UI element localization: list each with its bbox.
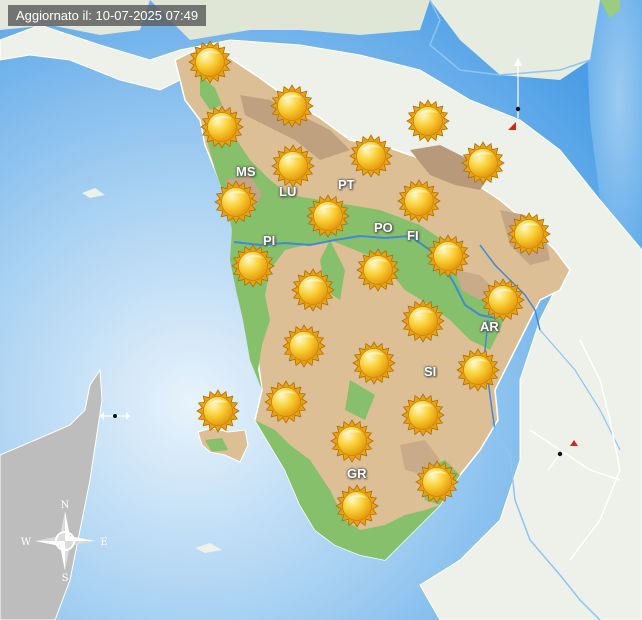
sunny-icon: [271, 144, 315, 188]
province-label-po: PO: [374, 220, 393, 235]
sunny-icon: [335, 484, 379, 528]
sunny-icon: [349, 134, 393, 178]
sunny-icon: [352, 341, 396, 385]
sunny-icon: [415, 460, 459, 504]
sunny-icon: [200, 105, 244, 149]
compass-n: N: [61, 500, 70, 511]
sunny-icon: [406, 99, 450, 143]
province-label-si: SI: [424, 364, 437, 379]
sunny-icon: [306, 194, 350, 238]
sunny-icon: [188, 40, 232, 84]
sunny-icon: [426, 234, 470, 278]
sunny-icon: [461, 141, 505, 185]
sunny-icon: [481, 278, 525, 322]
sunny-icon: [270, 84, 314, 128]
province-label-ms: MS: [236, 164, 256, 179]
sunny-icon: [282, 324, 326, 368]
sunny-icon: [401, 393, 445, 437]
province-label-gr: GR: [347, 466, 367, 481]
sunny-icon: [264, 380, 308, 424]
province-label-fi: FI: [407, 228, 419, 243]
weather-map: N S W E MS LU PT PO FI PI AR SI GR Aggio…: [0, 0, 642, 620]
sunny-icon: [330, 419, 374, 463]
sunny-icon: [214, 180, 258, 224]
update-timestamp: Aggiornato il: 10-07-2025 07:49: [8, 5, 207, 26]
sunny-icon: [397, 179, 441, 223]
compass-e: E: [100, 537, 107, 548]
province-label-pt: PT: [338, 177, 355, 192]
sunny-icon: [291, 268, 335, 312]
sunny-icon: [456, 348, 500, 392]
compass-s: S: [62, 573, 69, 584]
sunny-icon: [231, 244, 275, 288]
compass-w: W: [21, 537, 32, 548]
sunny-icon: [507, 212, 551, 256]
sunny-icon: [356, 248, 400, 292]
sunny-icon: [401, 299, 445, 343]
sunny-icon: [196, 389, 240, 433]
